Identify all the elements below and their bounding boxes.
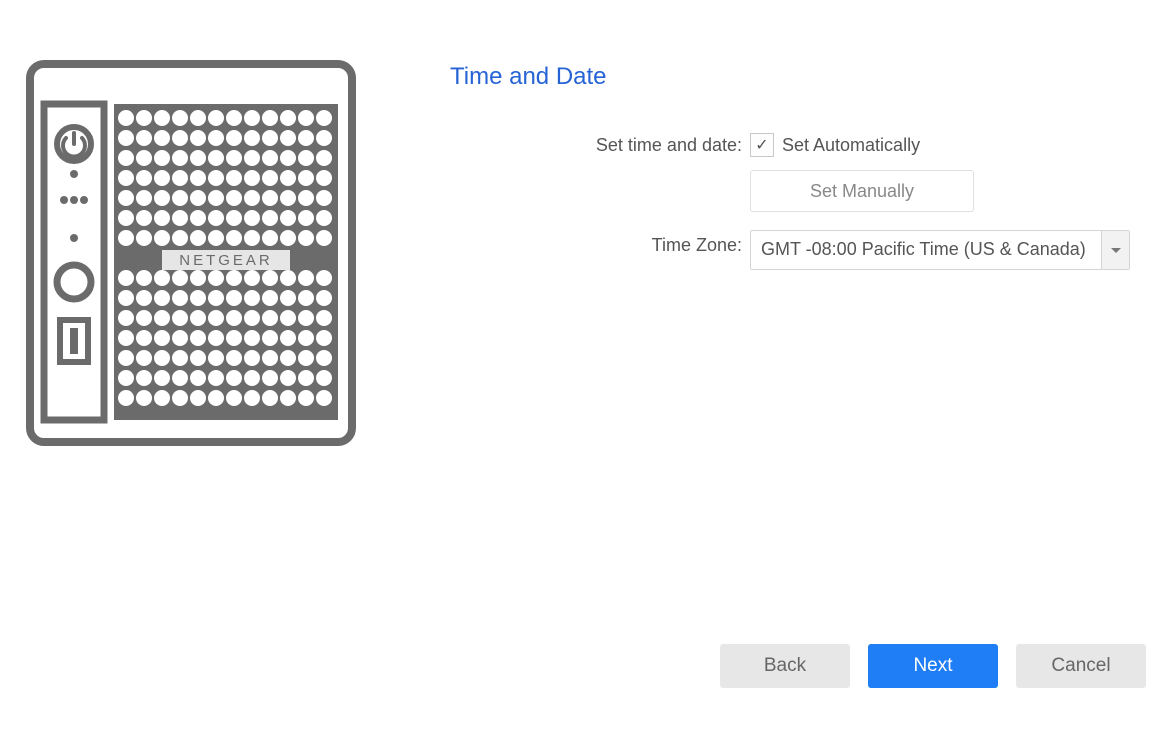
timezone-value: GMT -08:00 Pacific Time (US & Canada) — [751, 231, 1101, 269]
timezone-row: Time Zone: GMT -08:00 Pacific Time (US &… — [450, 230, 1150, 270]
form-area: Set time and date: ✓ Set Automatically S… — [450, 130, 1150, 284]
next-button[interactable]: Next — [868, 644, 998, 688]
set-automatically-checkbox[interactable]: ✓ — [750, 133, 774, 157]
timezone-label: Time Zone: — [450, 230, 750, 260]
cancel-button[interactable]: Cancel — [1016, 644, 1146, 688]
set-time-row: Set time and date: ✓ Set Automatically S… — [450, 130, 1150, 212]
checkmark-icon: ✓ — [755, 135, 768, 155]
footer-buttons: Back Next Cancel — [720, 644, 1146, 688]
device-illustration: NETGEAR — [26, 60, 356, 446]
set-automatically-label: Set Automatically — [782, 135, 920, 156]
back-button[interactable]: Back — [720, 644, 850, 688]
set-manually-button[interactable]: Set Manually — [750, 170, 974, 212]
set-time-label: Set time and date: — [450, 130, 750, 160]
svg-text:NETGEAR: NETGEAR — [179, 252, 273, 269]
page-title: Time and Date — [450, 63, 607, 91]
chevron-down-icon — [1101, 231, 1129, 269]
timezone-dropdown[interactable]: GMT -08:00 Pacific Time (US & Canada) — [750, 230, 1130, 270]
